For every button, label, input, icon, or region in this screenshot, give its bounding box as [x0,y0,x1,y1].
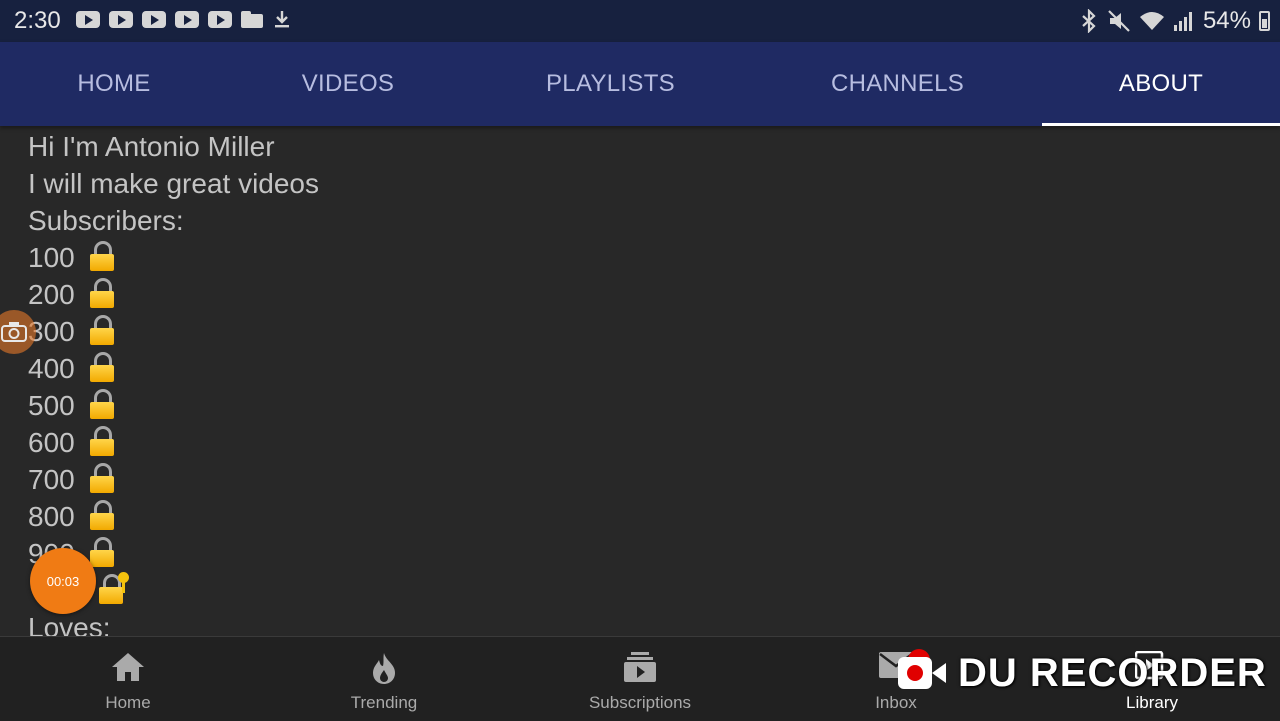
nav-subscriptions-label: Subscriptions [588,693,692,712]
subscriptions-icon [624,652,656,682]
milestone-row: 100 [28,239,1128,276]
milestone-row: 500 [28,387,1128,424]
about-tagline: I will make great videos [28,168,320,199]
tab-home[interactable]: HOME [0,42,228,126]
wifi-icon [1139,12,1164,30]
youtube-icon [142,11,166,28]
lock-icon [89,537,115,567]
subscribers-heading: Subscribers: [28,205,184,236]
download-icon [275,11,289,28]
lock-icon [89,241,115,271]
loves-heading: Loves: [28,612,111,636]
recording-timer-bubble[interactable]: 00:03 [30,548,96,614]
milestone-row: 700 [28,461,1128,498]
milestone-value: 800 [28,501,75,532]
watermark-text: DU RECORDER [958,650,1267,695]
milestone-value: 700 [28,464,75,495]
nav-home[interactable]: Home [0,637,256,721]
signal-icon [1173,12,1192,31]
nav-subscriptions[interactable]: Subscriptions [512,637,768,721]
status-time: 2:30 [14,7,61,34]
lock-icon [89,426,115,456]
lock-with-key-icon [98,572,129,604]
system-status: 54% [1079,7,1270,35]
milestone-value: 500 [28,390,75,421]
mute-icon [1108,10,1130,32]
tab-about[interactable]: ABOUT [1042,42,1280,126]
milestone-value: 100 [28,242,75,273]
channel-tab-bar: HOME VIDEOS PLAYLISTS CHANNELS ABOUT [0,42,1280,126]
recorder-logo-icon [898,655,946,691]
battery-icon [1259,11,1270,31]
notification-icons [76,11,292,29]
bluetooth-icon [1082,9,1096,33]
nav-trending-label: Trending [350,693,418,712]
lock-icon [89,500,115,530]
milestone-row: 600 [28,424,1128,461]
home-icon [112,653,144,681]
youtube-icon [76,11,100,28]
nav-trending[interactable]: Trending [256,637,512,721]
battery-percent: 54% [1202,7,1251,34]
milestone-value: 200 [28,279,75,310]
youtube-icon [175,11,199,28]
flame-icon [373,653,395,684]
milestone-row [28,572,1128,609]
milestone-row: 400 [28,350,1128,387]
tab-playlists[interactable]: PLAYLISTS [468,42,753,126]
lock-icon [89,278,115,308]
about-intro: Hi I'm Antonio Miller [28,131,275,162]
milestone-value: 400 [28,353,75,384]
milestone-row: 200 [28,276,1128,313]
milestone-row: 800 [28,498,1128,535]
lock-icon [89,352,115,382]
about-description: Hi I'm Antonio Miller I will make great … [28,128,1128,636]
milestone-value: 600 [28,427,75,458]
recorder-watermark: DU RECORDER [898,648,1267,698]
nav-home-label: Home [105,693,151,712]
tab-channels[interactable]: CHANNELS [753,42,1042,126]
youtube-icon [109,11,133,28]
youtube-icon [208,11,232,28]
lock-icon [89,315,115,345]
folder-icon [241,11,263,28]
lock-icon [89,389,115,419]
camera-icon [1,322,27,342]
lock-icon [89,463,115,493]
status-bar: 2:30 54% [0,0,1280,42]
milestone-row: 900 [28,535,1128,572]
tab-videos[interactable]: VIDEOS [228,42,468,126]
milestone-row: 300 [28,313,1128,350]
